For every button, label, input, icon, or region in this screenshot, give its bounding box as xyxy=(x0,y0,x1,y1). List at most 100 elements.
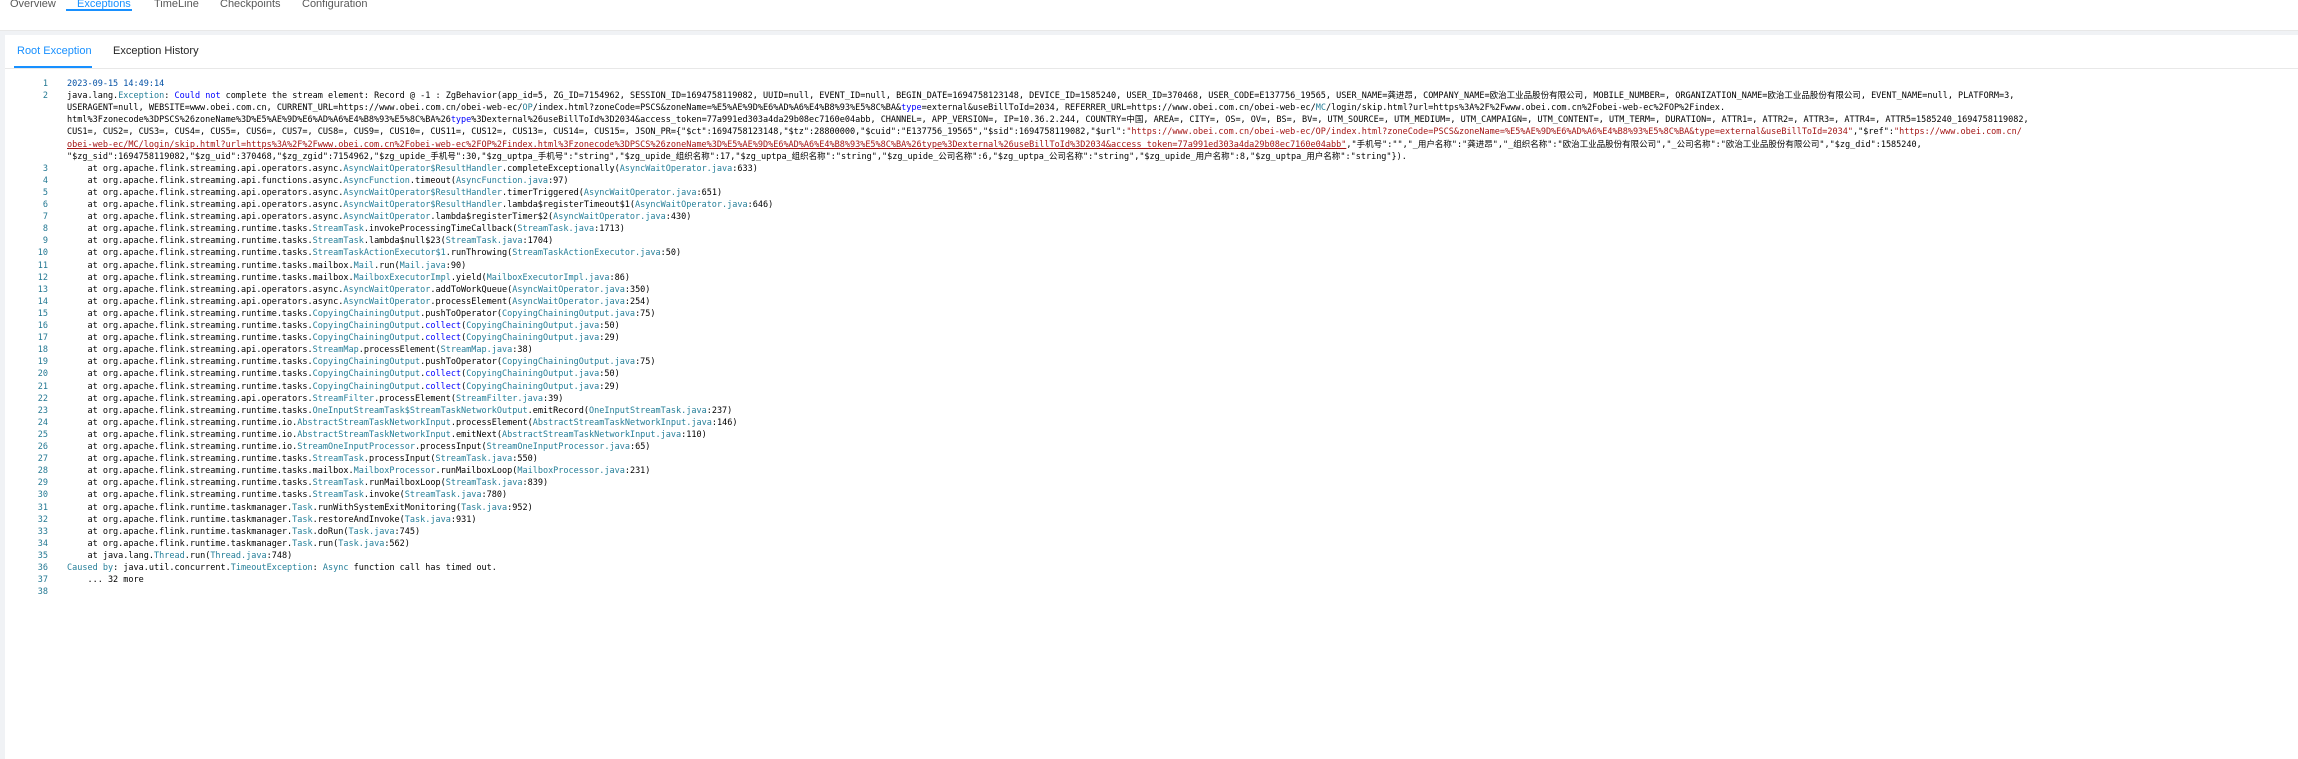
code-token: complete the stream element: Record @ -1… xyxy=(220,91,2015,102)
exception-sub-tabs: Root Exception Exception History xyxy=(5,35,2298,69)
code-token: at java.lang. xyxy=(67,550,154,561)
line-number: 5 xyxy=(42,187,48,198)
code-token: type xyxy=(901,103,922,114)
code-line: 20 at org.apache.flink.streaming.runtime… xyxy=(5,368,2295,380)
code-token: :839) xyxy=(522,478,549,489)
code-token: AsyncWaitOperator xyxy=(343,284,431,295)
code-line: 24 at org.apache.flink.streaming.runtime… xyxy=(5,417,2295,429)
code-token: CopyingChainingOutput xyxy=(312,369,421,380)
code-token: :90) xyxy=(445,260,467,271)
tab-timeline[interactable]: TimeLine xyxy=(154,0,199,14)
code-token: Task.java xyxy=(461,502,508,513)
line-text: at org.apache.flink.streaming.runtime.ta… xyxy=(67,489,507,501)
code-line: 37 ... 32 more xyxy=(5,574,2295,586)
code-token: CopyingChainingOutput.java xyxy=(466,321,600,331)
code-token: :931) xyxy=(450,514,477,525)
tab-configuration[interactable]: Configuration xyxy=(302,0,367,14)
tab-checkpoints[interactable]: Checkpoints xyxy=(220,0,281,14)
code-token: AsyncWaitOperator.java xyxy=(635,200,748,210)
code-token: .completeExceptionally( xyxy=(501,163,620,174)
code-line: 19 at org.apache.flink.streaming.runtime… xyxy=(5,356,2295,368)
code-token: OneInputStreamTask$StreamTaskNetworkOutp… xyxy=(312,405,528,416)
tab-root-exception[interactable]: Root Exception xyxy=(17,45,92,57)
code-line: 16 at org.apache.flink.streaming.runtime… xyxy=(5,320,2295,332)
line-text: at org.apache.flink.streaming.runtime.ta… xyxy=(67,381,619,393)
code-token: Exception xyxy=(118,91,165,102)
code-token: function call has timed out. xyxy=(348,563,497,573)
code-token: AsyncWaitOperator.java xyxy=(553,212,666,223)
code-token: :29) xyxy=(599,333,620,344)
code-token: Mail.java xyxy=(399,260,446,271)
line-text: CUS1=, CUS2=, CUS3=, CUS4=, CUS5=, CUS6=… xyxy=(67,126,2022,138)
code-token: :254) xyxy=(624,296,651,307)
code-token: AsyncWaitOperator.java xyxy=(583,187,697,198)
line-text: at org.apache.flink.streaming.runtime.ta… xyxy=(67,453,538,465)
active-tab-indicator xyxy=(66,9,132,11)
line-number: 1 xyxy=(42,79,48,89)
code-line: 14 at org.apache.flink.streaming.api.ope… xyxy=(5,296,2295,308)
code-token: at org.apache.flink.streaming.api.operat… xyxy=(67,296,344,307)
code-token: collect xyxy=(425,321,462,331)
tab-exception-history[interactable]: Exception History xyxy=(113,45,199,57)
line-number: 37 xyxy=(37,575,48,586)
code-token: AbstractStreamTaskNetworkInput.java xyxy=(502,429,682,440)
code-token: Task.java xyxy=(404,514,451,525)
code-token: Thread xyxy=(154,550,185,561)
code-token: at org.apache.flink.runtime.taskmanager. xyxy=(67,514,293,525)
code-line: 3 at org.apache.flink.streaming.api.oper… xyxy=(5,163,2295,175)
line-text: USERAGENT=null, WEBSITE=www.obei.com.cn,… xyxy=(67,102,1725,114)
code-token: AsyncFunction xyxy=(343,175,410,186)
tab-exceptions[interactable]: Exceptions xyxy=(77,0,131,14)
line-number: 9 xyxy=(42,236,48,247)
code-token: .lambda$registerTimeout$1( xyxy=(501,200,636,210)
line-number: 31 xyxy=(37,502,48,513)
code-token: .emitNext( xyxy=(450,429,503,440)
exception-code-viewer[interactable]: 1 2023-09-15 14:49:14 2 java.lang.Exception… xyxy=(5,78,2295,759)
code-token: StreamTask.java xyxy=(445,478,523,489)
line-text: at org.apache.flink.streaming.runtime.io… xyxy=(67,441,650,453)
code-token: :952) xyxy=(507,502,533,513)
code-token: CopyingChainingOutput.java xyxy=(502,357,636,368)
code-token: :50) xyxy=(660,248,682,259)
line-text: java.lang.Exception: Could not complete … xyxy=(67,90,2014,102)
code-line: html%3Fzonecode%3DPSCS%26zoneName%3D%E5%… xyxy=(5,114,2295,126)
code-token: at org.apache.flink.streaming.api.operat… xyxy=(67,163,344,174)
code-token: at org.apache.flink.runtime.taskmanager. xyxy=(67,538,293,549)
line-number: 14 xyxy=(37,296,48,307)
line-text: obei-web-ec/MC/login/skip.html?url=https… xyxy=(67,139,1922,151)
code-token: StreamTask.java xyxy=(445,236,523,247)
code-line: 23 at org.apache.flink.streaming.runtime… xyxy=(5,405,2295,417)
code-token: .runWithSystemExitMonitoring( xyxy=(312,502,462,513)
code-line: 10 at org.apache.flink.streaming.runtime… xyxy=(5,247,2295,259)
code-line: "$zg_sid":1694758119082,"$zg_uid":370468… xyxy=(5,151,2295,163)
code-token: OP xyxy=(522,103,533,114)
code-line: 13 at org.apache.flink.streaming.api.ope… xyxy=(5,284,2295,296)
code-token: :430) xyxy=(665,212,692,223)
code-token: :110) xyxy=(681,429,707,440)
code-token: at org.apache.flink.streaming.runtime.ta… xyxy=(67,248,313,259)
code-line: 26 at org.apache.flink.streaming.runtime… xyxy=(5,441,2295,453)
code-token: java.lang. xyxy=(67,91,119,102)
code-line: USERAGENT=null, WEBSITE=www.obei.com.cn,… xyxy=(5,102,2295,114)
code-token: CUS1=, CUS2=, CUS3=, CUS4=, CUS5=, CUS6=… xyxy=(67,127,1127,138)
code-token: .doRun( xyxy=(312,526,349,537)
line-text: at org.apache.flink.streaming.api.operat… xyxy=(67,199,773,211)
code-token: .processElement( xyxy=(374,393,456,404)
line-number: 33 xyxy=(37,526,48,537)
code-token: Task xyxy=(292,514,313,525)
code-token: :231) xyxy=(624,466,651,477)
line-number: 15 xyxy=(37,308,48,319)
code-token: :550) xyxy=(512,454,538,465)
tab-overview[interactable]: Overview xyxy=(10,0,56,14)
code-token: StreamTask.java xyxy=(435,454,513,465)
line-text: at org.apache.flink.streaming.runtime.ta… xyxy=(67,320,619,332)
line-text: at org.apache.flink.streaming.api.operat… xyxy=(67,284,650,296)
code-token: :646) xyxy=(747,200,774,210)
line-text: at org.apache.flink.streaming.api.operat… xyxy=(67,163,757,175)
code-token: AsyncWaitOperator xyxy=(343,296,431,307)
line-text: at org.apache.flink.streaming.runtime.ta… xyxy=(67,332,620,344)
code-token: "$zg_sid":1694758119082,"$zg_uid":370468… xyxy=(67,151,1407,162)
line-text: at org.apache.flink.streaming.runtime.ta… xyxy=(67,356,655,368)
line-number: 21 xyxy=(37,381,48,392)
code-token: .pushToOperator( xyxy=(420,308,502,319)
